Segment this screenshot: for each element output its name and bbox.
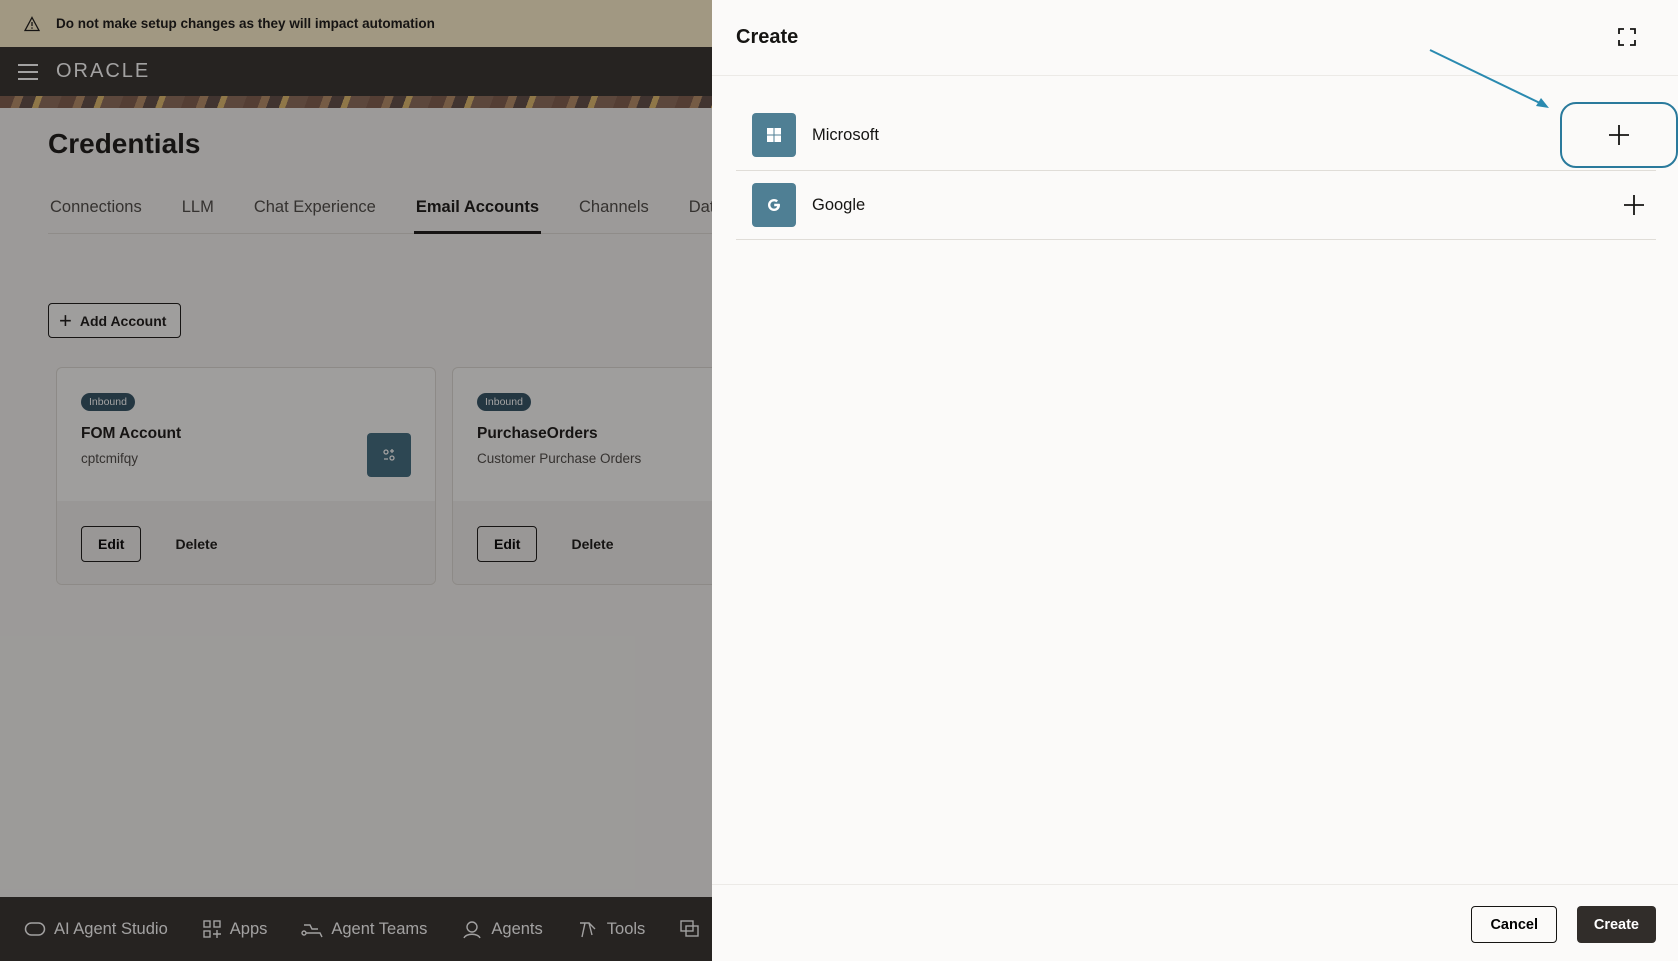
list-item: Google — [736, 171, 1656, 240]
list-item: Microsoft — [736, 100, 1678, 171]
plus-icon — [1609, 125, 1629, 145]
fullscreen-icon[interactable] — [1616, 26, 1638, 48]
cancel-button[interactable]: Cancel — [1471, 906, 1557, 943]
create-button[interactable]: Create — [1576, 906, 1656, 943]
provider-list: Microsoft Google — [736, 100, 1678, 240]
add-google-button[interactable] — [1612, 183, 1656, 227]
drawer-header: Create — [712, 0, 1678, 76]
google-icon — [752, 183, 796, 227]
provider-name: Google — [812, 195, 866, 214]
drawer-title: Create — [736, 26, 799, 48]
add-microsoft-button[interactable] — [1560, 102, 1678, 168]
provider-name: Microsoft — [812, 125, 879, 144]
plus-icon — [1624, 195, 1644, 215]
background-app: Do not make setup changes as they will i… — [0, 0, 712, 961]
drawer-footer: Cancel Create — [712, 884, 1678, 961]
create-drawer: Create Microsoft Google Cancel Create — [712, 0, 1678, 961]
modal-overlay[interactable] — [0, 0, 712, 961]
windows-icon — [752, 113, 796, 157]
